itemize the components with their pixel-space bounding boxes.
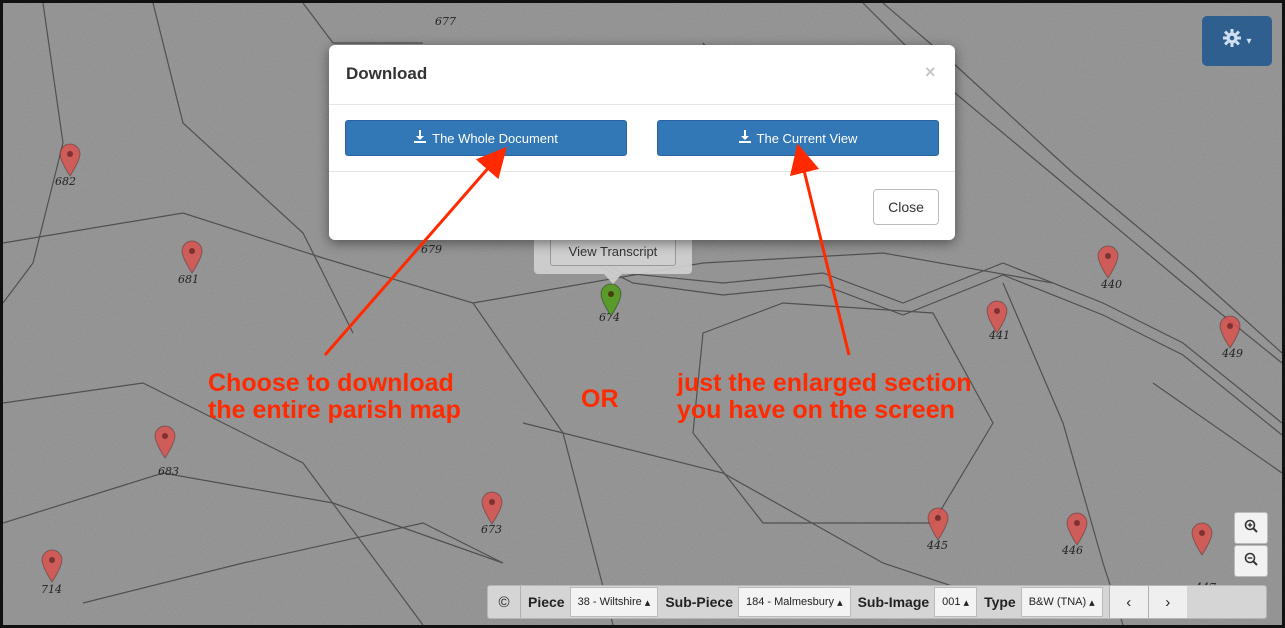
subimage-value: 001 [942, 596, 961, 608]
subpiece-select[interactable]: 184 - Malmesbury ▴ [738, 587, 851, 617]
zoom-out-button[interactable] [1234, 545, 1268, 577]
annotation-or: OR [581, 385, 619, 413]
type-label: Type [984, 594, 1016, 610]
subpiece-label: Sub-Piece [665, 594, 734, 610]
caret-up-icon: ▴ [644, 596, 651, 609]
piece-select[interactable]: 38 - Wiltshire ▴ [569, 587, 659, 617]
zoom-out-icon [1244, 552, 1258, 571]
subimage-label: Sub-Image [857, 594, 930, 610]
caret-up-icon: ▴ [1089, 596, 1095, 609]
prev-button[interactable]: ‹ [1108, 586, 1148, 618]
map-viewer: 6776826816796744404414496836734454464477… [0, 0, 1285, 628]
piece-value: 38 - Wiltshire [577, 596, 642, 608]
zoom-in-icon [1244, 519, 1258, 538]
bottom-toolbar: © Piece 38 - Wiltshire ▴ Sub-Piece 184 -… [487, 585, 1267, 619]
copyright-button[interactable]: © [488, 586, 521, 618]
caret-up-icon: ▴ [837, 596, 843, 609]
annotation-left: Choose to download the entire parish map [208, 369, 461, 424]
type-select[interactable]: B&W (TNA) ▴ [1020, 587, 1103, 617]
annotation-arrows [323, 143, 851, 356]
zoom-in-button[interactable] [1234, 512, 1268, 544]
type-value: B&W (TNA) [1028, 596, 1087, 608]
next-button[interactable]: › [1147, 586, 1187, 618]
piece-label: Piece [528, 594, 565, 610]
annotation-right: just the enlarged section you have on th… [677, 369, 972, 424]
subpiece-value: 184 - Malmesbury [746, 596, 835, 608]
subimage-select[interactable]: 001 ▴ [934, 587, 978, 617]
caret-up-icon: ▴ [963, 596, 970, 609]
